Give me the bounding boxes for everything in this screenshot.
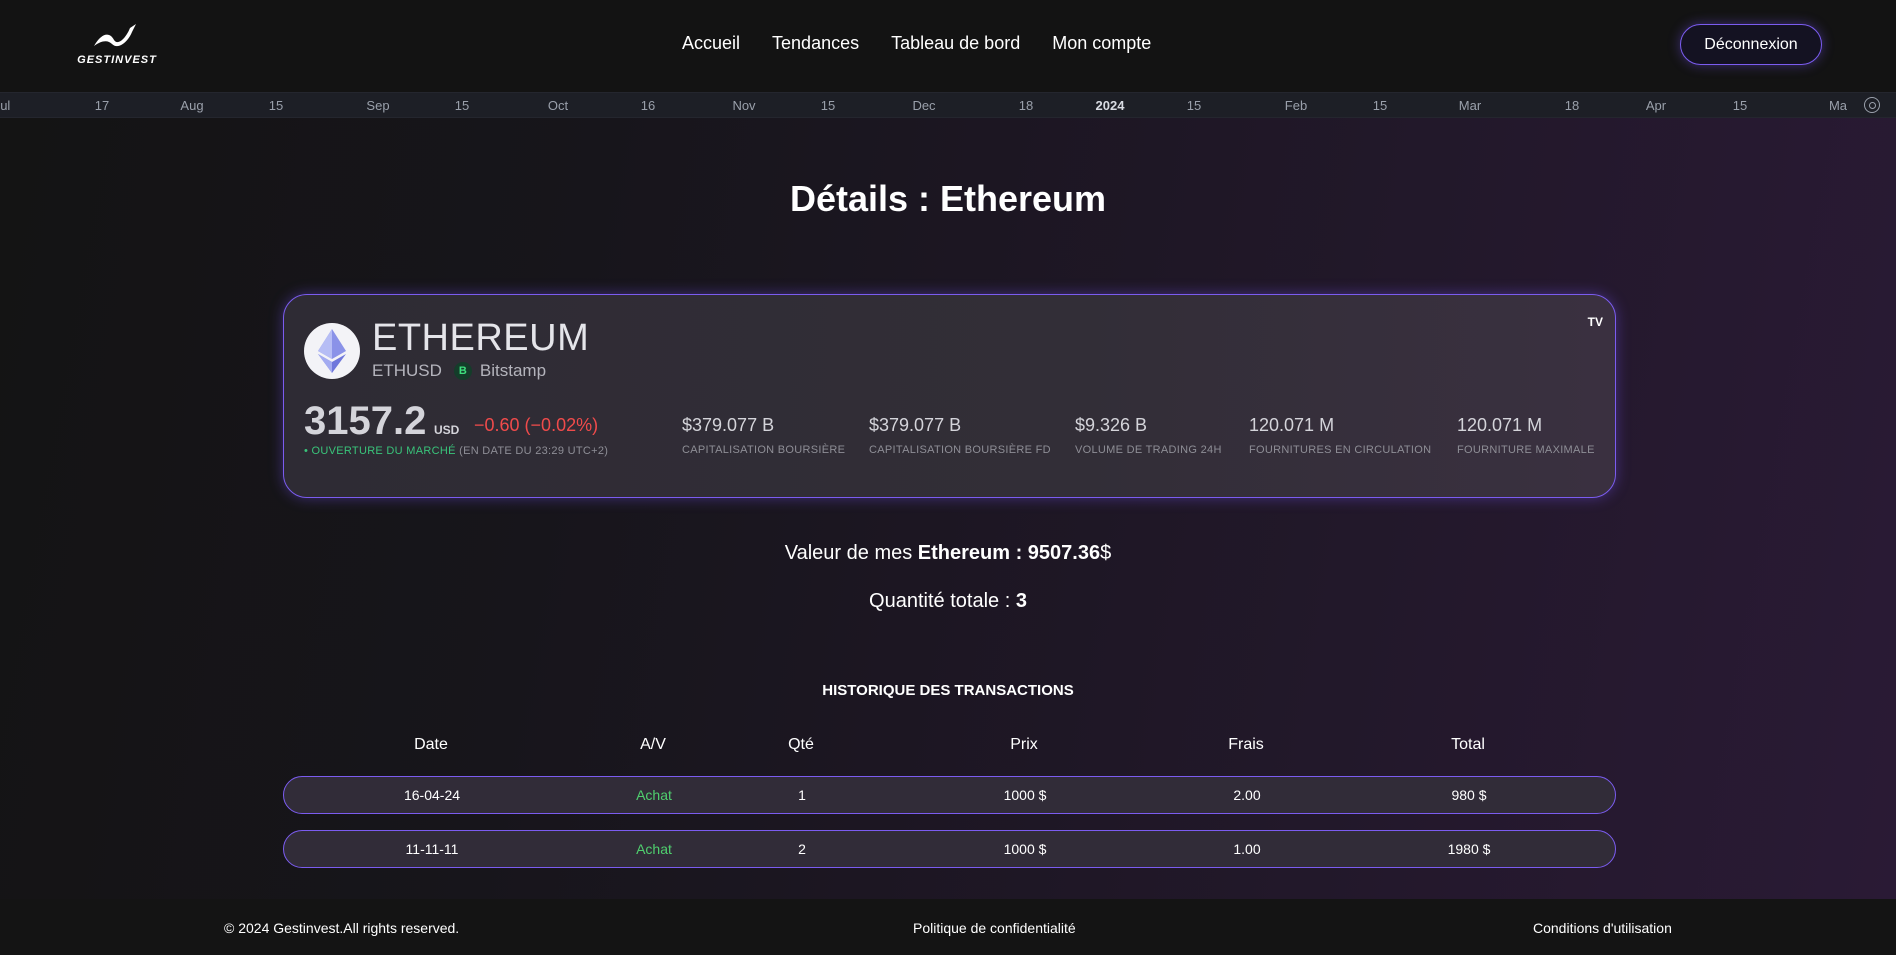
- stat-label: CAPITALISATION BOURSIÈRE: [682, 444, 846, 456]
- cell-total: 1980 $: [1447, 841, 1491, 857]
- timeline-tick: Jul: [0, 98, 11, 113]
- col-header-price: Prix: [1010, 736, 1038, 753]
- holding-qty-value: 3: [1015, 590, 1027, 612]
- cell-total: 980 $: [1451, 787, 1487, 803]
- stat-market-cap: $379.077 B CAPITALISATION BOURSIÈRE: [682, 415, 845, 456]
- table-row[interactable]: 16-04-24 Achat 1 1000 $ 2.00 980 $: [283, 776, 1616, 814]
- crypto-widget-card[interactable]: ETHEREUM ETHUSD B Bitstamp TV 3157.2 USD…: [283, 294, 1616, 498]
- timeline-tick: 15: [1186, 98, 1202, 113]
- coin-name: ETHEREUM: [372, 317, 590, 359]
- brand-name: GESTINVEST: [77, 54, 157, 66]
- stat-value: $9.326 B: [1075, 415, 1148, 435]
- stat-label: FOURNITURE MAXIMALE: [1457, 444, 1595, 456]
- stat-value: 120.071 M: [1457, 415, 1543, 435]
- stat-market-cap-fd: $379.077 B CAPITALISATION BOURSIÈRE FD: [869, 415, 1051, 456]
- timeline-strip[interactable]: Jul 17 Aug 15 Sep 15 Oct 16 Nov 15 Dec 1…: [0, 92, 1896, 118]
- footer-privacy-link[interactable]: Politique de confidentialité: [913, 920, 1076, 936]
- holding-quantity: Quantité totale : 3: [0, 590, 1896, 613]
- page-title: Détails : Ethereum: [789, 178, 1107, 219]
- col-header-qty: Qté: [788, 736, 814, 753]
- col-header-type: A/V: [640, 736, 666, 753]
- transactions-header-row: Date A/V Qté Prix Frais Total: [283, 736, 1616, 756]
- stat-value: 120.071 M: [1249, 415, 1335, 435]
- col-header-date: Date: [414, 736, 448, 753]
- stat-label: CAPITALISATION BOURSIÈRE FD: [869, 444, 1051, 456]
- holding-value-suffix: $: [1100, 542, 1112, 564]
- logout-button[interactable]: Déconnexion: [1680, 24, 1822, 65]
- col-header-fees: Frais: [1228, 736, 1264, 753]
- cell-price: 1000 $: [1003, 787, 1047, 803]
- main-content: Détails : Ethereum ETHEREUM ETHUSD B Bit…: [0, 118, 1896, 899]
- holding-value: Valeur de mes Ethereum : 9507.36$: [0, 542, 1896, 565]
- price-change: −0.60 (−0.02%): [474, 415, 599, 435]
- stat-label: VOLUME DE TRADING 24H: [1075, 444, 1222, 456]
- timeline-tick: Aug: [180, 98, 204, 113]
- timeline-tick: Sep: [366, 98, 390, 113]
- brand-bird-icon: [94, 24, 136, 47]
- cell-type: Achat: [636, 787, 672, 803]
- timeline-tick-year: 2024: [1095, 98, 1125, 113]
- nav-link-tendances[interactable]: Tendances: [772, 33, 859, 54]
- timeline-tick: 15: [454, 98, 470, 113]
- main-nav: Accueil Tendances Tableau de bord Mon co…: [682, 33, 1183, 54]
- cell-qty: 1: [798, 787, 806, 803]
- top-header: GESTINVEST Accueil Tendances Tableau de …: [0, 0, 1896, 92]
- cell-fees: 2.00: [1233, 787, 1261, 803]
- market-status: • OUVERTURE DU MARCHÉ (EN DATE DU 23:29 …: [304, 445, 608, 457]
- price-value: 3157.2: [304, 399, 427, 443]
- market-asof: (EN DATE DU 23:29 UTC+2): [455, 445, 609, 457]
- transactions-title: HISTORIQUE DES TRANSACTIONS: [822, 682, 1074, 699]
- timeline-tick: Nov: [732, 98, 756, 113]
- holding-value-label: Valeur de mes: [784, 542, 918, 564]
- nav-link-accueil[interactable]: Accueil: [682, 33, 740, 54]
- page-footer: © 2024 Gestinvest.All rights reserved. P…: [0, 899, 1896, 955]
- stat-value: $379.077 B: [682, 415, 775, 435]
- cell-fees: 1.00: [1233, 841, 1261, 857]
- timeline-tick: 15: [1372, 98, 1388, 113]
- nav-link-mon-compte[interactable]: Mon compte: [1052, 33, 1151, 54]
- settings-icon[interactable]: [1864, 97, 1880, 113]
- coin-symbol: ETHUSD: [372, 361, 442, 380]
- timeline-tick: 18: [1018, 98, 1034, 113]
- timeline-tick: 15: [1732, 98, 1748, 113]
- ethereum-icon: [304, 323, 360, 379]
- timeline-tick: Mar: [1458, 98, 1482, 113]
- footer-copyright: © 2024 Gestinvest.All rights reserved.: [224, 920, 460, 936]
- bitstamp-icon: B: [453, 362, 472, 380]
- market-open-label: • OUVERTURE DU MARCHÉ: [304, 445, 456, 457]
- holding-value-amount: Ethereum : 9507.36: [917, 542, 1101, 564]
- brand-logo[interactable]: GESTINVEST: [76, 22, 158, 66]
- holding-qty-label: Quantité totale :: [869, 590, 1016, 612]
- cell-type: Achat: [636, 841, 672, 857]
- timeline-tick: 15: [268, 98, 284, 113]
- stat-max-supply: 120.071 M FOURNITURE MAXIMALE: [1457, 415, 1595, 456]
- col-header-total: Total: [1451, 736, 1485, 753]
- cell-date: 11-11-11: [405, 841, 459, 857]
- footer-terms-link[interactable]: Conditions d'utilisation: [1533, 920, 1672, 936]
- timeline-tick: 15: [820, 98, 836, 113]
- cell-date: 16-04-24: [403, 787, 461, 803]
- timeline-tick: 18: [1564, 98, 1580, 113]
- nav-link-tableau-de-bord[interactable]: Tableau de bord: [891, 33, 1020, 54]
- coin-symbol-row: ETHUSD B Bitstamp: [372, 361, 546, 381]
- tradingview-logo-icon[interactable]: TV: [1588, 315, 1603, 329]
- cell-price: 1000 $: [1003, 841, 1047, 857]
- table-row[interactable]: 11-11-11 Achat 2 1000 $ 1.00 1980 $: [283, 830, 1616, 868]
- timeline-tick: 16: [640, 98, 656, 113]
- stat-label: FOURNITURES EN CIRCULATION: [1249, 444, 1432, 456]
- stat-value: $379.077 B: [869, 415, 962, 435]
- stat-circulating-supply: 120.071 M FOURNITURES EN CIRCULATION: [1249, 415, 1431, 456]
- cell-qty: 2: [798, 841, 806, 857]
- timeline-tick: Ma: [1828, 98, 1848, 113]
- stat-volume-24h: $9.326 B VOLUME DE TRADING 24H: [1075, 415, 1222, 456]
- timeline-tick: Dec: [912, 98, 936, 113]
- timeline-tick: Apr: [1645, 98, 1667, 113]
- exchange-name: Bitstamp: [479, 361, 547, 380]
- price-currency: USD: [434, 423, 460, 437]
- timeline-tick: Oct: [547, 98, 569, 113]
- timeline-tick: 17: [94, 98, 110, 113]
- timeline-tick: Feb: [1284, 98, 1308, 113]
